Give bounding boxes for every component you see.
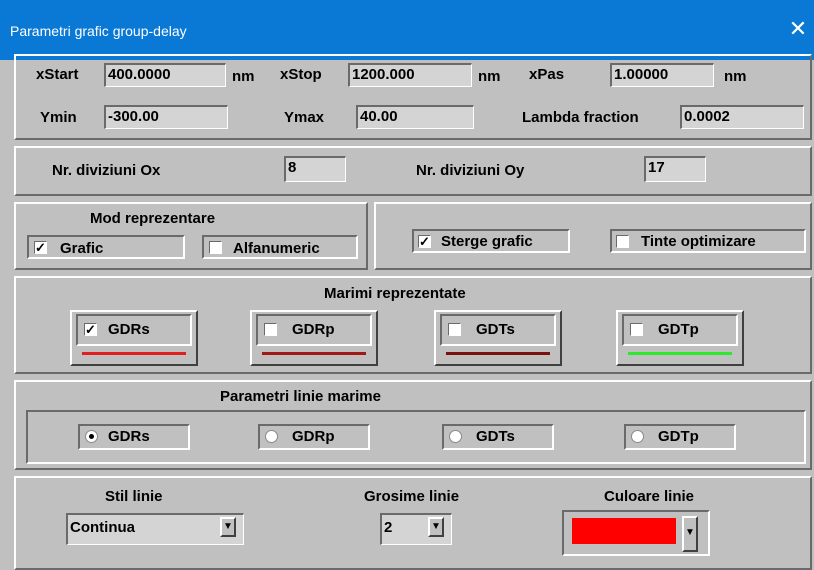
gdtp-label: GDTp	[658, 321, 699, 338]
ymin-field[interactable]: -300.00	[104, 105, 228, 129]
ymax-label: Ymax	[284, 109, 325, 126]
gdrs-label: GDRs	[108, 321, 150, 338]
empty-checkbox-icon	[209, 241, 222, 254]
gdtp-color-line	[628, 352, 732, 355]
xstop-unit: nm	[478, 68, 501, 85]
oy-divisions-field[interactable]: 17	[644, 156, 706, 182]
alfanumeric-label: Alfanumeric	[233, 240, 320, 257]
window-title: Parametri grafic group-delay	[10, 23, 187, 39]
color-swatch	[572, 518, 676, 544]
empty-checkbox-icon	[448, 323, 461, 336]
gdrs-radio-label: GDRs	[108, 428, 150, 445]
grosime-linie-value: 2	[384, 519, 393, 536]
empty-checkbox-icon	[616, 235, 629, 248]
chevron-down-icon[interactable]: ▼	[428, 517, 444, 537]
ox-divisions-label: Nr. diviziuni Ox	[52, 162, 161, 179]
gdrs-color-line	[82, 352, 186, 355]
stil-linie-dropdown[interactable]: Continua	[66, 513, 244, 545]
culoare-linie-label: Culoare linie	[604, 488, 695, 505]
gdrp-radio-label: GDRp	[292, 428, 335, 445]
oy-divisions-label: Nr. diviziuni Oy	[416, 162, 525, 179]
xstart-field[interactable]: 400.0000	[104, 63, 226, 87]
gdts-label: GDTs	[476, 321, 515, 338]
ox-divisions-field[interactable]: 8	[284, 156, 346, 182]
ymin-label: Ymin	[40, 109, 77, 126]
xpas-field[interactable]: 1.00000	[610, 63, 714, 87]
xstart-label: xStart	[36, 66, 79, 83]
grafic-label: Grafic	[60, 240, 104, 257]
lambda-fraction-label: Lambda fraction	[522, 109, 639, 126]
check-icon: ✓	[84, 322, 97, 337]
stil-linie-value: Continua	[70, 519, 135, 536]
linie-title: Parametri linie marime	[220, 388, 381, 405]
check-icon: ✓	[418, 234, 431, 249]
radio-selected-icon	[85, 430, 98, 443]
radio-empty-icon	[265, 430, 278, 443]
sterge-grafic-label: Sterge grafic	[441, 233, 533, 250]
gdtp-radio-label: GDTp	[658, 428, 699, 445]
xstop-label: xStop	[280, 66, 322, 83]
radio-empty-icon	[631, 430, 644, 443]
lambda-fraction-field[interactable]: 0.0002	[680, 105, 804, 129]
xstart-unit: nm	[232, 68, 255, 85]
xstop-field[interactable]: 1200.000	[348, 63, 472, 87]
grosime-linie-label: Grosime linie	[364, 488, 460, 505]
stil-linie-label: Stil linie	[105, 488, 163, 505]
marimi-title: Marimi reprezentate	[324, 285, 466, 302]
chevron-down-icon[interactable]: ▼	[682, 516, 698, 552]
ymax-field[interactable]: 40.00	[356, 105, 474, 129]
mode-title: Mod reprezentare	[90, 210, 216, 227]
gdrp-color-line	[262, 352, 366, 355]
grafic-checkbox[interactable]	[27, 235, 185, 259]
chevron-down-icon[interactable]: ▼	[220, 517, 236, 537]
check-icon: ✓	[34, 240, 47, 255]
gdts-color-line	[446, 352, 550, 355]
empty-checkbox-icon	[630, 323, 643, 336]
empty-checkbox-icon	[264, 323, 277, 336]
xpas-label: xPas	[529, 66, 565, 83]
radio-empty-icon	[449, 430, 462, 443]
gdts-radio-label: GDTs	[476, 428, 515, 445]
close-icon[interactable]: ✕	[786, 16, 810, 42]
tinte-optimizare-label: Tinte optimizare	[641, 233, 756, 250]
xpas-unit: nm	[724, 68, 747, 85]
gdrp-label: GDRp	[292, 321, 335, 338]
